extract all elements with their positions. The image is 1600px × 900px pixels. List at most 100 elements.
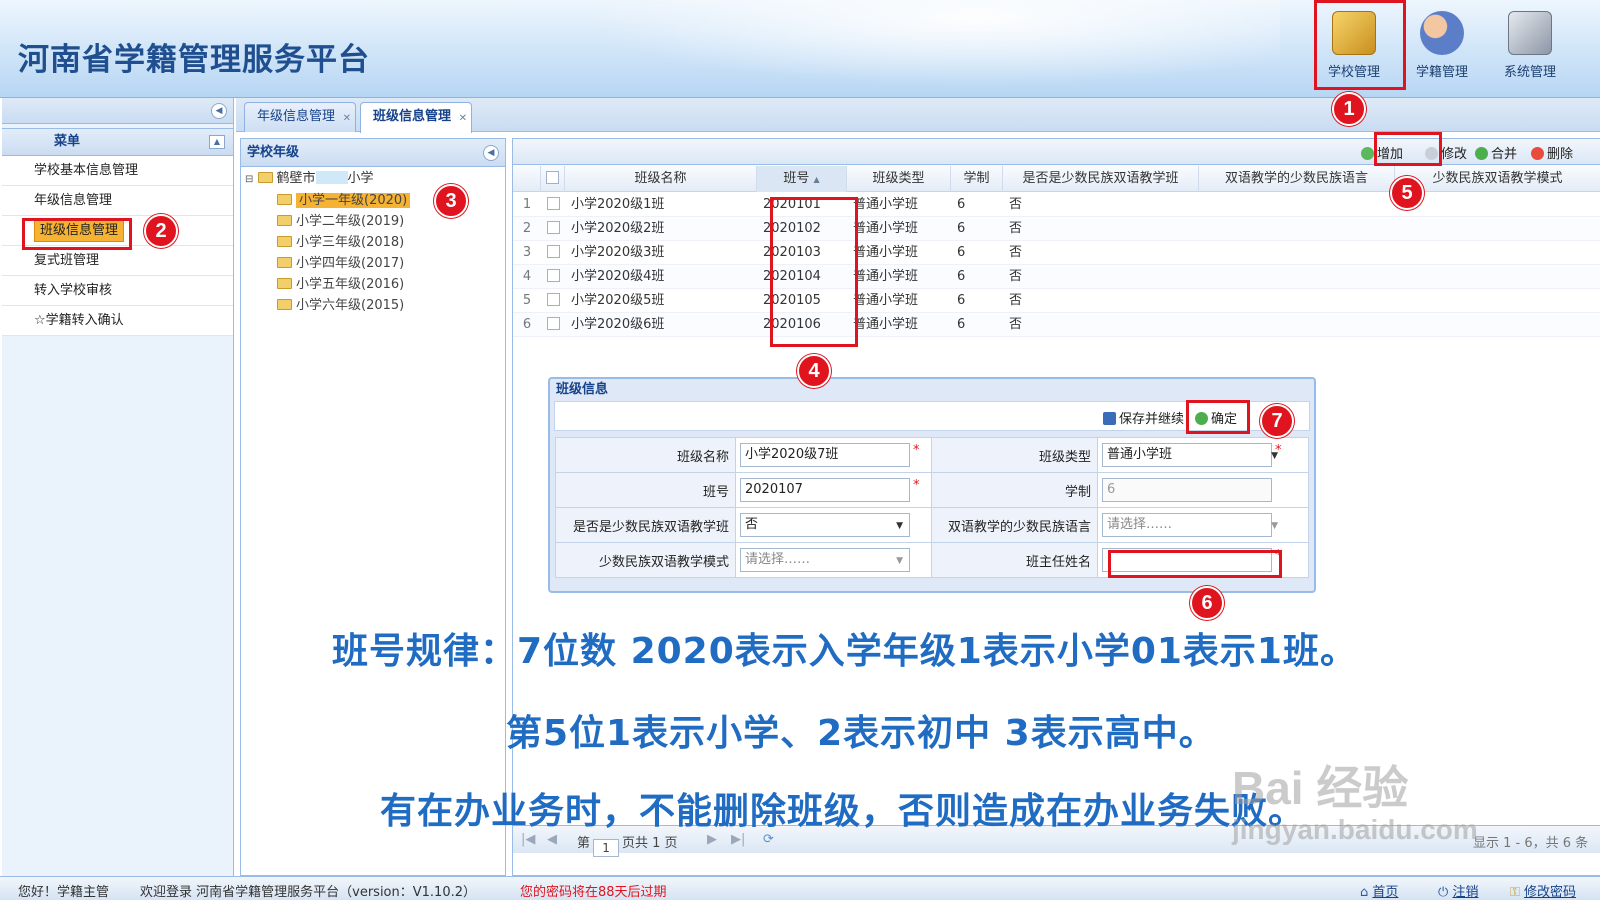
column-header[interactable]: 是否是少数民族双语教学班 <box>1003 166 1199 192</box>
row-checkbox[interactable] <box>541 289 565 313</box>
save-continue-button[interactable]: 保存并继续 <box>1103 408 1184 427</box>
sidebar-item-label: 班级信息管理 <box>34 219 125 242</box>
tree-node-grade[interactable]: 小学一年级(2020) <box>277 191 411 211</box>
tree-node-grade[interactable]: 小学二年级(2019) <box>277 212 404 232</box>
column-header-sorted[interactable]: 班号 ▲ <box>757 166 847 192</box>
collapse-tree-icon[interactable]: ◀ <box>483 145 499 161</box>
collapse-left-icon[interactable]: ◀ <box>211 103 227 119</box>
form-cell: 2020107 * <box>735 472 932 508</box>
table-row[interactable]: 5 小学2020级5班 2020105 普通小学班 6 否 <box>513 289 1600 313</box>
column-header[interactable]: 班级类型 <box>847 166 951 192</box>
add-button[interactable]: 增加 <box>1361 143 1403 162</box>
class-name-cell: 小学2020级1班 <box>571 197 665 212</box>
row-checkbox[interactable] <box>541 217 565 241</box>
top-nav: 学校管理 学籍管理 系统管理 <box>1310 4 1574 88</box>
first-page-icon[interactable]: |◀ <box>521 832 535 847</box>
row-checkbox[interactable] <box>541 265 565 289</box>
edit-button[interactable]: 修改 <box>1425 143 1467 162</box>
years-cell: 6 <box>957 197 966 212</box>
home-link[interactable]: ⌂ 首页 <box>1360 881 1398 900</box>
row-checkbox[interactable] <box>541 241 565 265</box>
close-icon[interactable]: ✕ <box>459 105 467 133</box>
form-label: 班级类型 <box>931 437 1098 473</box>
checkbox[interactable] <box>546 245 560 258</box>
bilingual-cell: 否 <box>1009 221 1023 236</box>
left-panel-header: ◀ <box>2 98 233 124</box>
sidebar-item-school-info[interactable]: 学校基本信息管理 <box>2 156 233 186</box>
row-checkbox[interactable] <box>541 313 565 337</box>
row-checkbox[interactable] <box>541 193 565 217</box>
collapse-up-icon[interactable]: ▲ <box>209 135 225 149</box>
column-header[interactable]: 学制 <box>951 166 1003 192</box>
tree-expander-icon[interactable]: ⊟ <box>245 174 253 185</box>
change-password-link[interactable]: ⚿ 修改密码 <box>1510 881 1576 900</box>
confirm-button[interactable]: 确定 <box>1195 408 1237 427</box>
form-cell: 小学2020级7班 * <box>735 437 932 473</box>
tree-node-grade[interactable]: 小学三年级(2018) <box>277 233 404 253</box>
left-menu-panel: ◀ 菜单 ▲ 学校基本信息管理 年级信息管理 班级信息管理 复式班管理 转入学校… <box>2 98 234 876</box>
save-continue-label: 保存并继续 <box>1119 412 1185 427</box>
tree-root-school[interactable]: ⊟ 鹤壁市 小学 <box>245 169 374 189</box>
teacher-name-input[interactable] <box>1102 548 1272 572</box>
checkbox[interactable] <box>546 221 560 234</box>
bilingual-select[interactable]: 否 <box>740 513 910 537</box>
table-row[interactable]: 2 小学2020级2班 2020102 普通小学班 6 否 <box>513 217 1600 241</box>
class-name-input[interactable]: 小学2020级7班 <box>740 443 910 467</box>
select-all-checkbox[interactable] <box>541 166 565 192</box>
tab-class-info[interactable]: 班级信息管理 ✕ <box>360 102 473 133</box>
nav-system-management[interactable]: 系统管理 <box>1486 4 1574 88</box>
tree-node-grade[interactable]: 小学六年级(2015) <box>277 296 404 316</box>
refresh-icon[interactable]: ⟳ <box>763 832 774 847</box>
chevron-down-icon[interactable]: ▼ <box>896 556 903 566</box>
table-row[interactable]: 6 小学2020级6班 2020106 普通小学班 6 否 <box>513 313 1600 337</box>
callout-badge: 2 <box>144 214 178 248</box>
sidebar-item-multigrade[interactable]: 复式班管理 <box>2 246 233 276</box>
nav-school-management[interactable]: 学校管理 <box>1310 4 1398 88</box>
page-input[interactable]: 1 <box>593 839 620 857</box>
checkbox[interactable] <box>546 317 560 330</box>
table-row[interactable]: 1 小学2020级1班 2020101 普通小学班 6 否 <box>513 193 1600 217</box>
chevron-down-icon[interactable]: ▼ <box>1271 521 1278 531</box>
sidebar-item-class-info[interactable]: 班级信息管理 <box>2 216 233 246</box>
class-type-select[interactable]: 普通小学班 <box>1102 443 1272 467</box>
last-page-icon[interactable]: ▶| <box>731 832 745 847</box>
checkbox[interactable] <box>546 197 560 210</box>
delete-button[interactable]: 删除 <box>1531 143 1573 162</box>
class-code-input[interactable]: 2020107 <box>740 478 910 502</box>
close-icon[interactable]: ✕ <box>343 105 351 133</box>
column-label: 是否是少数民族双语教学班 <box>1022 171 1179 186</box>
callout-badge: 1 <box>1332 92 1366 126</box>
page-indicator: 第 1 页共 1 页 <box>577 832 678 857</box>
form-label: 双语教学的少数民族语言 <box>931 507 1098 543</box>
column-header[interactable]: 双语教学的少数民族语言 <box>1199 166 1395 192</box>
chevron-down-icon[interactable]: ▼ <box>1271 451 1278 461</box>
page-prefix: 第 <box>577 836 591 851</box>
column-header[interactable]: 班级名称 <box>565 166 757 192</box>
checkbox[interactable] <box>546 269 560 282</box>
table-row[interactable]: 3 小学2020级3班 2020103 普通小学班 6 否 <box>513 241 1600 265</box>
nav-label: 系统管理 <box>1503 65 1556 80</box>
sidebar-item-grade-info[interactable]: 年级信息管理 <box>2 186 233 216</box>
bilingual-mode-select[interactable]: 请选择…… <box>740 548 910 572</box>
chevron-down-icon[interactable]: ▼ <box>896 521 903 531</box>
sidebar-item-transfer-confirm[interactable]: ☆学籍转入确认 <box>2 306 233 336</box>
bilingual-language-select[interactable]: 请选择…… <box>1102 513 1272 537</box>
tab-grade-info[interactable]: 年级信息管理 ✕ <box>244 102 357 133</box>
checkbox[interactable] <box>546 293 560 306</box>
tree-node-grade[interactable]: 小学五年级(2016) <box>277 275 404 295</box>
column-header[interactable]: 少数民族双语教学模式 <box>1395 166 1600 192</box>
merge-button[interactable]: 合并 <box>1475 143 1517 162</box>
nav-student-management[interactable]: 学籍管理 <box>1398 4 1486 88</box>
prev-page-icon[interactable]: ◀ <box>547 832 557 847</box>
table-row[interactable]: 4 小学2020级4班 2020104 普通小学班 6 否 <box>513 265 1600 289</box>
dialog-toolbar: 保存并继续 确定 关闭 <box>554 401 1310 431</box>
menu-header[interactable]: 菜单 ▲ <box>2 128 233 156</box>
nav-label: 学校管理 <box>1327 65 1380 80</box>
sidebar-item-transfer-review[interactable]: 转入学校审核 <box>2 276 233 306</box>
next-page-icon[interactable]: ▶ <box>707 832 717 847</box>
column-label: 班级名称 <box>634 171 687 186</box>
checkbox[interactable] <box>546 171 559 184</box>
logout-link[interactable]: ⏻ 注销 <box>1438 881 1478 900</box>
tree-node-grade[interactable]: 小学四年级(2017) <box>277 254 404 274</box>
row-number-header <box>513 166 541 192</box>
